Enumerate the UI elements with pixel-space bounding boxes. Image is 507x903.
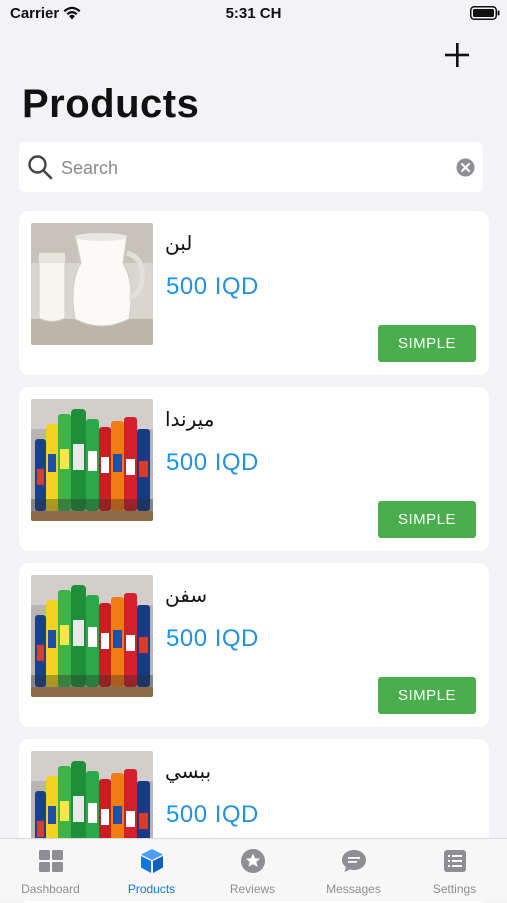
product-type-button[interactable]: SIMPLE [378, 325, 476, 362]
status-bar: Carrier 5:31 CH [0, 0, 507, 30]
tab-dashboard[interactable]: Dashboard [0, 839, 101, 901]
tab-label: Products [127, 882, 176, 896]
tab-label: Dashboard [21, 882, 80, 896]
tab-label: Settings [432, 882, 477, 896]
tab-bar: Dashboard Products Reviews Messages Sett… [0, 838, 507, 901]
product-name: ميرندا [165, 407, 215, 431]
product-image-soda [31, 399, 153, 521]
product-price: 500 IQD [166, 801, 259, 828]
tab-products[interactable]: Products [101, 839, 202, 901]
search-input[interactable] [59, 152, 423, 184]
product-name: سفن [165, 583, 208, 607]
plus-icon [445, 43, 469, 67]
product-price: 500 IQD [166, 625, 259, 652]
status-time: 5:31 CH [225, 5, 282, 22]
search-bar[interactable] [19, 142, 483, 192]
product-card[interactable]: لبن 500 IQD SIMPLE [19, 211, 489, 375]
battery-icon [470, 6, 500, 20]
product-price: 500 IQD [166, 273, 259, 300]
list-icon [444, 850, 466, 872]
cube-icon [141, 849, 163, 873]
product-type-button[interactable]: SIMPLE [378, 677, 476, 714]
tab-reviews[interactable]: Reviews [202, 839, 303, 901]
product-price: 500 IQD [166, 449, 259, 476]
dashboard-icon [39, 850, 63, 872]
product-image-milk [31, 223, 153, 345]
tab-label: Messages [326, 882, 381, 896]
product-name: لبن [165, 231, 193, 255]
clear-search-icon[interactable] [456, 158, 475, 177]
chat-bubble-icon [342, 850, 366, 872]
product-type-button[interactable]: SIMPLE [378, 501, 476, 538]
page-title: Products [22, 82, 200, 126]
product-card[interactable]: ميرندا 500 IQD SIMPLE [19, 387, 489, 551]
product-card[interactable]: سفن 500 IQD SIMPLE [19, 563, 489, 727]
star-icon [241, 849, 265, 873]
add-product-button[interactable] [440, 38, 474, 72]
search-icon [28, 155, 53, 180]
tab-settings[interactable]: Settings [404, 839, 505, 901]
product-name: ببسي [165, 759, 212, 783]
product-image-soda [31, 575, 153, 697]
tab-label: Reviews [229, 882, 276, 896]
tab-messages[interactable]: Messages [303, 839, 404, 901]
